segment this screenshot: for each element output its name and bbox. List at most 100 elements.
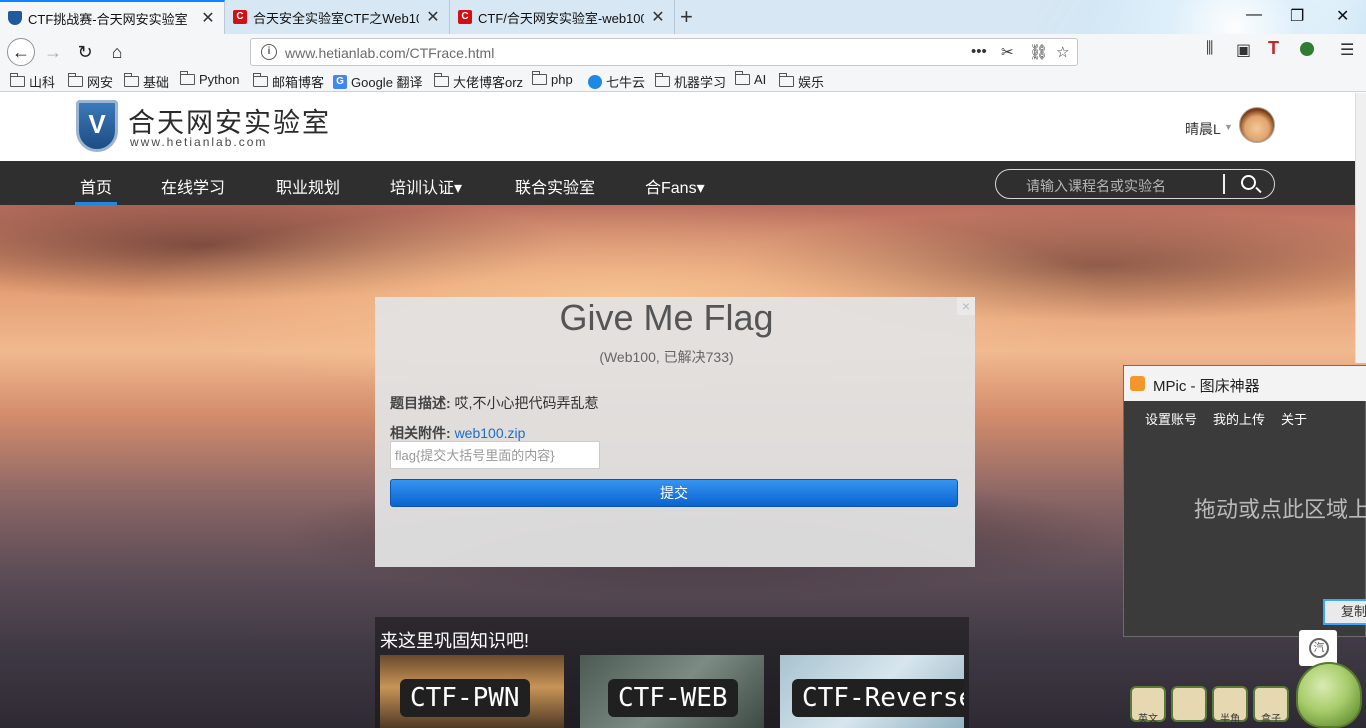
site-logo-domain: www.hetianlab.com [130, 135, 268, 149]
attachment-link[interactable]: web100.zip [455, 425, 526, 441]
ime-punctuation-button[interactable] [1171, 686, 1207, 722]
tab-strip: CTF挑战赛-合天网安实验室 ✕ C 合天安全实验室CTF之Web100 ✕ C… [0, 0, 1366, 34]
extension-link-icon[interactable]: ⛓ [1029, 43, 1048, 61]
translate-extension-icon[interactable]: T [1268, 38, 1279, 59]
navigation-toolbar: ← → ↻ ⌂ i www.hetianlab.com/CTFrace.html… [0, 34, 1366, 70]
ime-toolbox-button[interactable]: 盒子 [1253, 686, 1289, 725]
hetianlab-logo-icon[interactable] [76, 100, 118, 152]
challenge-dialog: × Give Me Flag (Web100, 已解决733) 题目描述: 哎,… [375, 297, 975, 567]
course-search[interactable]: 请输入课程名或实验名 [995, 169, 1275, 199]
tab-web100-blog[interactable]: C 合天安全实验室CTF之Web100 ✕ [225, 0, 450, 34]
mpic-title: MPic - 图床神器 [1153, 378, 1260, 395]
mpic-window: MPic - 图床神器 设置账号 我的上传 关于 拖动或点此区域上 复制 [1123, 365, 1366, 637]
mpic-menu-about[interactable]: 关于 [1281, 409, 1307, 428]
bookmark-folder[interactable]: 邮箱博客 [253, 72, 324, 91]
sidebar-icon[interactable]: ▣ [1236, 40, 1251, 60]
reload-button[interactable]: ↻ [71, 38, 99, 66]
screenshot-icon[interactable]: ✂ [1001, 43, 1014, 61]
ime-toggle-button[interactable]: 汽 [1299, 630, 1337, 666]
bookmark-folder[interactable]: Python [180, 71, 239, 87]
folder-icon [124, 73, 139, 87]
page-scrollbar[interactable] [1355, 93, 1366, 363]
tab-web100-writeup[interactable]: C CTF/合天网安实验室-web100题 ✕ [450, 0, 675, 34]
window-close-icon[interactable]: ✕ [1336, 6, 1349, 26]
bookmark-folder[interactable]: 大佬博客orz [434, 72, 523, 91]
bookmark-folder[interactable]: 网安 [68, 72, 113, 91]
challenge-description: 题目描述: 哎,不小心把代码弄乱惹 [390, 395, 599, 411]
submit-button[interactable]: 提交 [390, 479, 958, 507]
bookmark-qiniu[interactable]: 七牛云 [588, 72, 645, 91]
bookmark-folder[interactable]: 机器学习 [655, 72, 726, 91]
folder-icon [180, 71, 195, 85]
nav-career[interactable]: 职业规划 [276, 174, 340, 198]
forward-button[interactable]: → [39, 38, 67, 66]
address-bar[interactable]: i www.hetianlab.com/CTFrace.html ••• ✂ ⛓… [250, 38, 1078, 66]
bookmarks-toolbar: 山科 网安 基础 Python 邮箱博客 G Google 翻译 大佬博客orz … [0, 70, 1366, 92]
close-tab-icon[interactable]: ✕ [200, 8, 216, 28]
qiniu-icon [588, 74, 602, 89]
search-icon[interactable] [1241, 175, 1256, 190]
bookmark-folder[interactable]: AI [735, 71, 766, 87]
close-tab-icon[interactable]: ✕ [650, 7, 666, 27]
mpic-titlebar[interactable]: MPic - 图床神器 [1124, 366, 1366, 401]
learn-section: 来这里巩固知识吧! CTF-PWN CTF-WEB CTF-Reverse [375, 617, 969, 728]
nav-online-learning[interactable]: 在线学习 [161, 174, 225, 198]
nav-certification[interactable]: 培训认证▾ [390, 174, 462, 198]
nav-home[interactable]: 首页 [80, 174, 112, 198]
copy-button[interactable]: 复制 [1323, 599, 1366, 625]
folder-icon [68, 73, 83, 87]
back-button[interactable]: ← [7, 38, 35, 66]
nav-joint-lab[interactable]: 联合实验室 [515, 174, 595, 198]
ime-english-button[interactable]: 英文 [1130, 686, 1166, 725]
bookmark-folder[interactable]: php [532, 71, 573, 87]
search-input[interactable]: 请输入课程名或实验名 [1026, 176, 1166, 196]
site-info-icon[interactable]: i [261, 44, 277, 60]
bookmark-google-translate[interactable]: G Google 翻译 [333, 72, 423, 91]
minimize-icon[interactable]: — [1246, 6, 1262, 24]
chevron-down-icon[interactable]: ▼ [1224, 122, 1233, 132]
home-icon[interactable]: ⌂ [103, 38, 131, 66]
search-divider [1223, 174, 1225, 194]
close-icon[interactable]: × [957, 297, 975, 315]
close-tab-icon[interactable]: ✕ [425, 7, 441, 27]
csdn-favicon-icon: C [233, 10, 247, 24]
hetianlab-favicon-icon [8, 11, 22, 25]
folder-icon [655, 73, 670, 87]
flag-input[interactable] [390, 441, 600, 469]
user-name[interactable]: 晴晨L [1185, 119, 1221, 139]
card-ctf-pwn[interactable]: CTF-PWN [380, 655, 564, 728]
menu-icon[interactable]: ☰ [1340, 40, 1354, 60]
nav-fans[interactable]: 合Fans▾ [645, 174, 705, 198]
avatar[interactable] [1239, 107, 1275, 143]
theme-artwork [1036, 0, 1366, 34]
mpic-menu-uploads[interactable]: 我的上传 [1213, 409, 1265, 428]
folder-icon [434, 73, 449, 87]
frog-mascot-icon[interactable] [1296, 662, 1362, 728]
folder-icon [779, 73, 794, 87]
ime-icon: 汽 [1309, 638, 1329, 658]
page-actions-icon[interactable]: ••• [971, 43, 987, 60]
bookmark-folder[interactable]: 基础 [124, 72, 169, 91]
ime-halfwidth-button[interactable]: 半角 [1212, 686, 1248, 725]
folder-icon [10, 73, 25, 87]
new-tab-button[interactable]: + [680, 4, 693, 30]
card-ctf-web[interactable]: CTF-WEB [580, 655, 764, 728]
url-text: www.hetianlab.com/CTFrace.html [285, 45, 495, 61]
library-icon[interactable]: ⫼ [1206, 40, 1213, 58]
mpic-menu-account[interactable]: 设置账号 [1145, 409, 1197, 428]
mpic-drop-zone[interactable]: 拖动或点此区域上 [1194, 492, 1366, 524]
challenge-attachment: 相关附件: web100.zip [390, 425, 526, 441]
restore-icon[interactable]: ❐ [1290, 6, 1304, 26]
csdn-favicon-icon: C [458, 10, 472, 24]
card-ctf-reverse[interactable]: CTF-Reverse [780, 655, 964, 728]
mpic-app-icon [1130, 376, 1145, 391]
challenge-title: Give Me Flag [559, 297, 774, 338]
google-translate-icon: G [333, 74, 347, 89]
folder-icon [253, 73, 268, 87]
tab-ctf-race[interactable]: CTF挑战赛-合天网安实验室 ✕ [0, 0, 225, 34]
folder-icon [735, 71, 750, 85]
bookmark-folder[interactable]: 山科 [10, 72, 55, 91]
bookmark-folder[interactable]: 娱乐 [779, 72, 824, 91]
bookmark-star-icon[interactable]: ☆ [1056, 43, 1069, 61]
extension-globe-icon[interactable] [1300, 42, 1314, 56]
